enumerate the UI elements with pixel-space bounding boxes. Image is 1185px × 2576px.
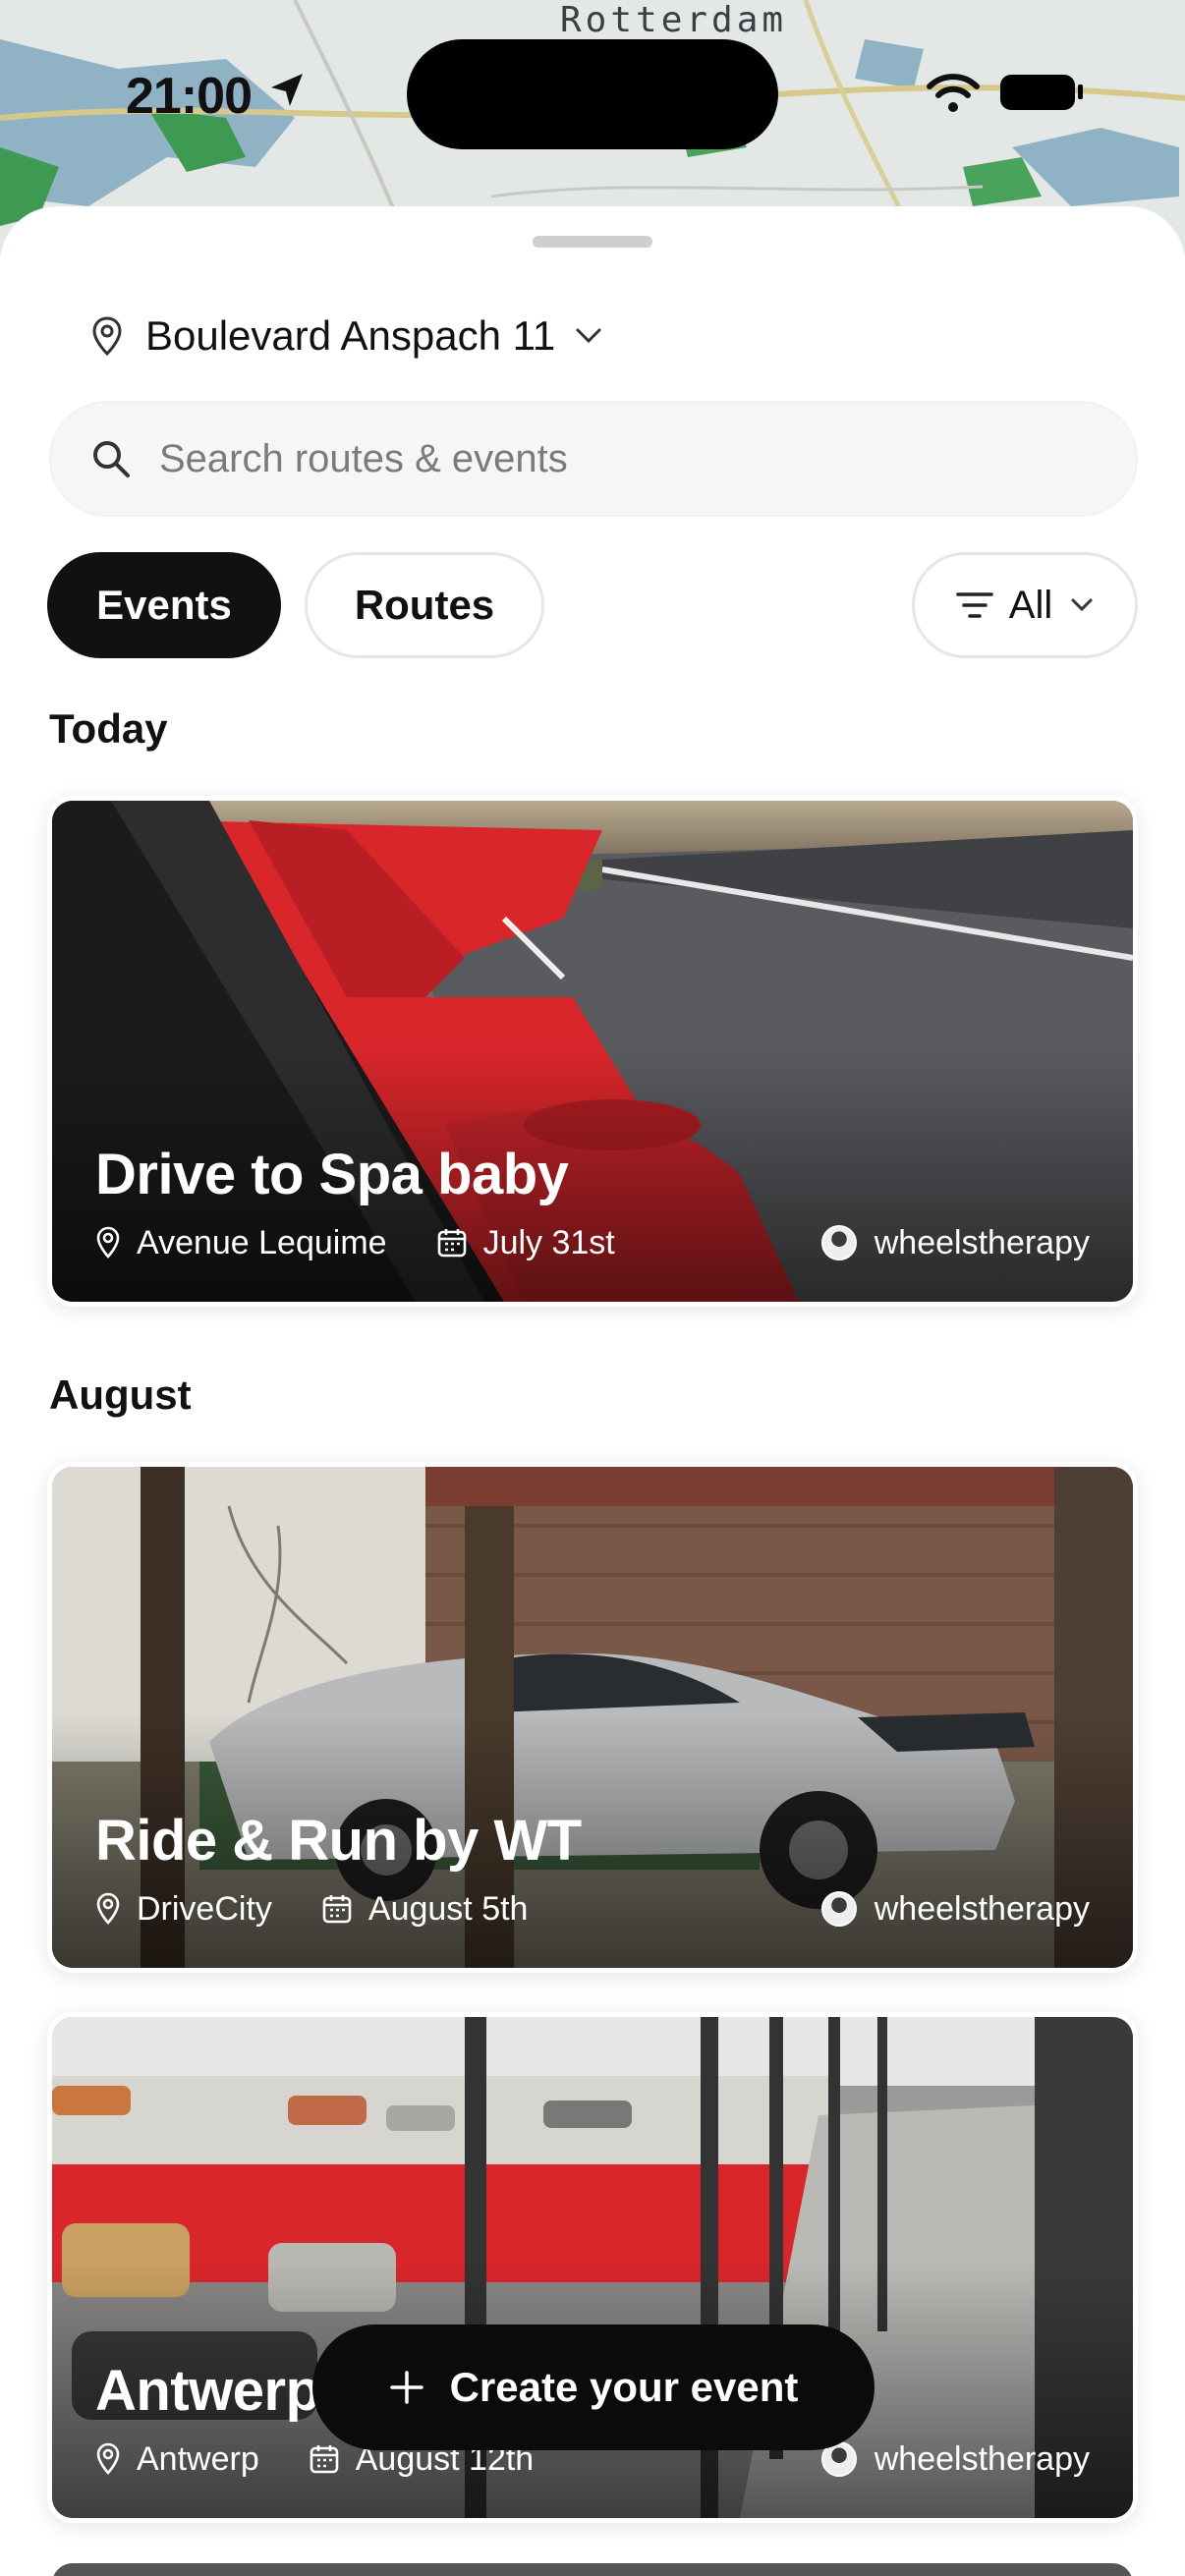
event-location: Antwerp (95, 2440, 259, 2479)
map-city-label: Rotterdam (560, 0, 788, 40)
event-author[interactable]: wheelstherapy (820, 1223, 1090, 1262)
avatar (820, 1891, 857, 1927)
calendar-icon (310, 2445, 339, 2474)
wifi-icon (927, 74, 980, 112)
event-date: July 31st (436, 1224, 615, 1262)
bottom-sheet: Boulevard Anspach 11 Events Routes All T… (0, 206, 1185, 2576)
next-event-card-peek[interactable] (47, 2558, 1138, 2576)
map-pin-icon (96, 1892, 120, 1925)
create-event-label: Create your event (449, 2364, 799, 2410)
chevron-down-icon (1071, 598, 1093, 612)
event-location: Avenue Lequime (95, 1224, 387, 1262)
location-selector[interactable]: Boulevard Anspach 11 (90, 307, 602, 365)
event-date: August 5th (321, 1889, 529, 1929)
battery-cap (1078, 84, 1083, 99)
map-pin-icon (96, 1226, 120, 1259)
event-date-label: August 5th (367, 1889, 529, 1928)
event-location-label: DriveCity (137, 1889, 272, 1928)
chevron-down-icon (576, 328, 601, 344)
map-pin-icon (92, 316, 122, 357)
sheet-grabber[interactable] (533, 236, 652, 248)
avatar (820, 1225, 857, 1260)
search-icon (93, 441, 130, 477)
filter-icon (956, 592, 993, 618)
event-author-label: wheelstherapy (874, 2439, 1090, 2478)
filter-label: All (1008, 583, 1053, 627)
event-author-label: wheelstherapy (874, 1223, 1090, 1261)
event-title: Drive to Spa baby (95, 1143, 569, 1206)
create-event-button[interactable]: Create your event (312, 2324, 875, 2450)
dynamic-island (407, 39, 778, 149)
event-card[interactable]: Ride & Run by WT DriveCity August 5th wh… (47, 1462, 1138, 1973)
tab-events[interactable]: Events (47, 552, 281, 658)
event-location-label: Avenue Lequime (137, 1223, 387, 1261)
event-location: DriveCity (95, 1890, 272, 1929)
search-bar[interactable] (51, 403, 1136, 515)
plus-icon (389, 2371, 423, 2404)
event-author[interactable]: wheelstherapy (820, 2439, 1090, 2479)
section-title-august: August (49, 1372, 192, 1418)
location-arrow-icon (271, 74, 303, 106)
event-author-label: wheelstherapy (874, 1889, 1090, 1928)
filter-dropdown[interactable]: All (912, 552, 1138, 658)
tab-routes[interactable]: Routes (305, 552, 544, 658)
calendar-icon (322, 1895, 352, 1924)
location-label: Boulevard Anspach 11 (145, 312, 556, 359)
map-pin-icon (96, 2442, 120, 2475)
event-title: Ride & Run by WT (95, 1809, 582, 1873)
event-location-label: Antwerp (137, 2439, 259, 2478)
event-meta: Avenue Lequime July 31st wheelstherapy (95, 1221, 1090, 1264)
status-time: 21:00 (126, 68, 253, 125)
event-title: Antwerp (95, 2359, 320, 2423)
battery-icon (1000, 75, 1075, 110)
section-title-today: Today (49, 705, 168, 752)
event-date-label: July 31st (482, 1223, 615, 1261)
event-card[interactable]: Drive to Spa baby Avenue Lequime July 31… (47, 796, 1138, 1307)
event-author[interactable]: wheelstherapy (820, 1889, 1090, 1929)
search-input[interactable] (159, 436, 1044, 481)
event-meta: DriveCity August 5th wheelstherapy (95, 1887, 1090, 1931)
calendar-icon (437, 1229, 466, 1258)
